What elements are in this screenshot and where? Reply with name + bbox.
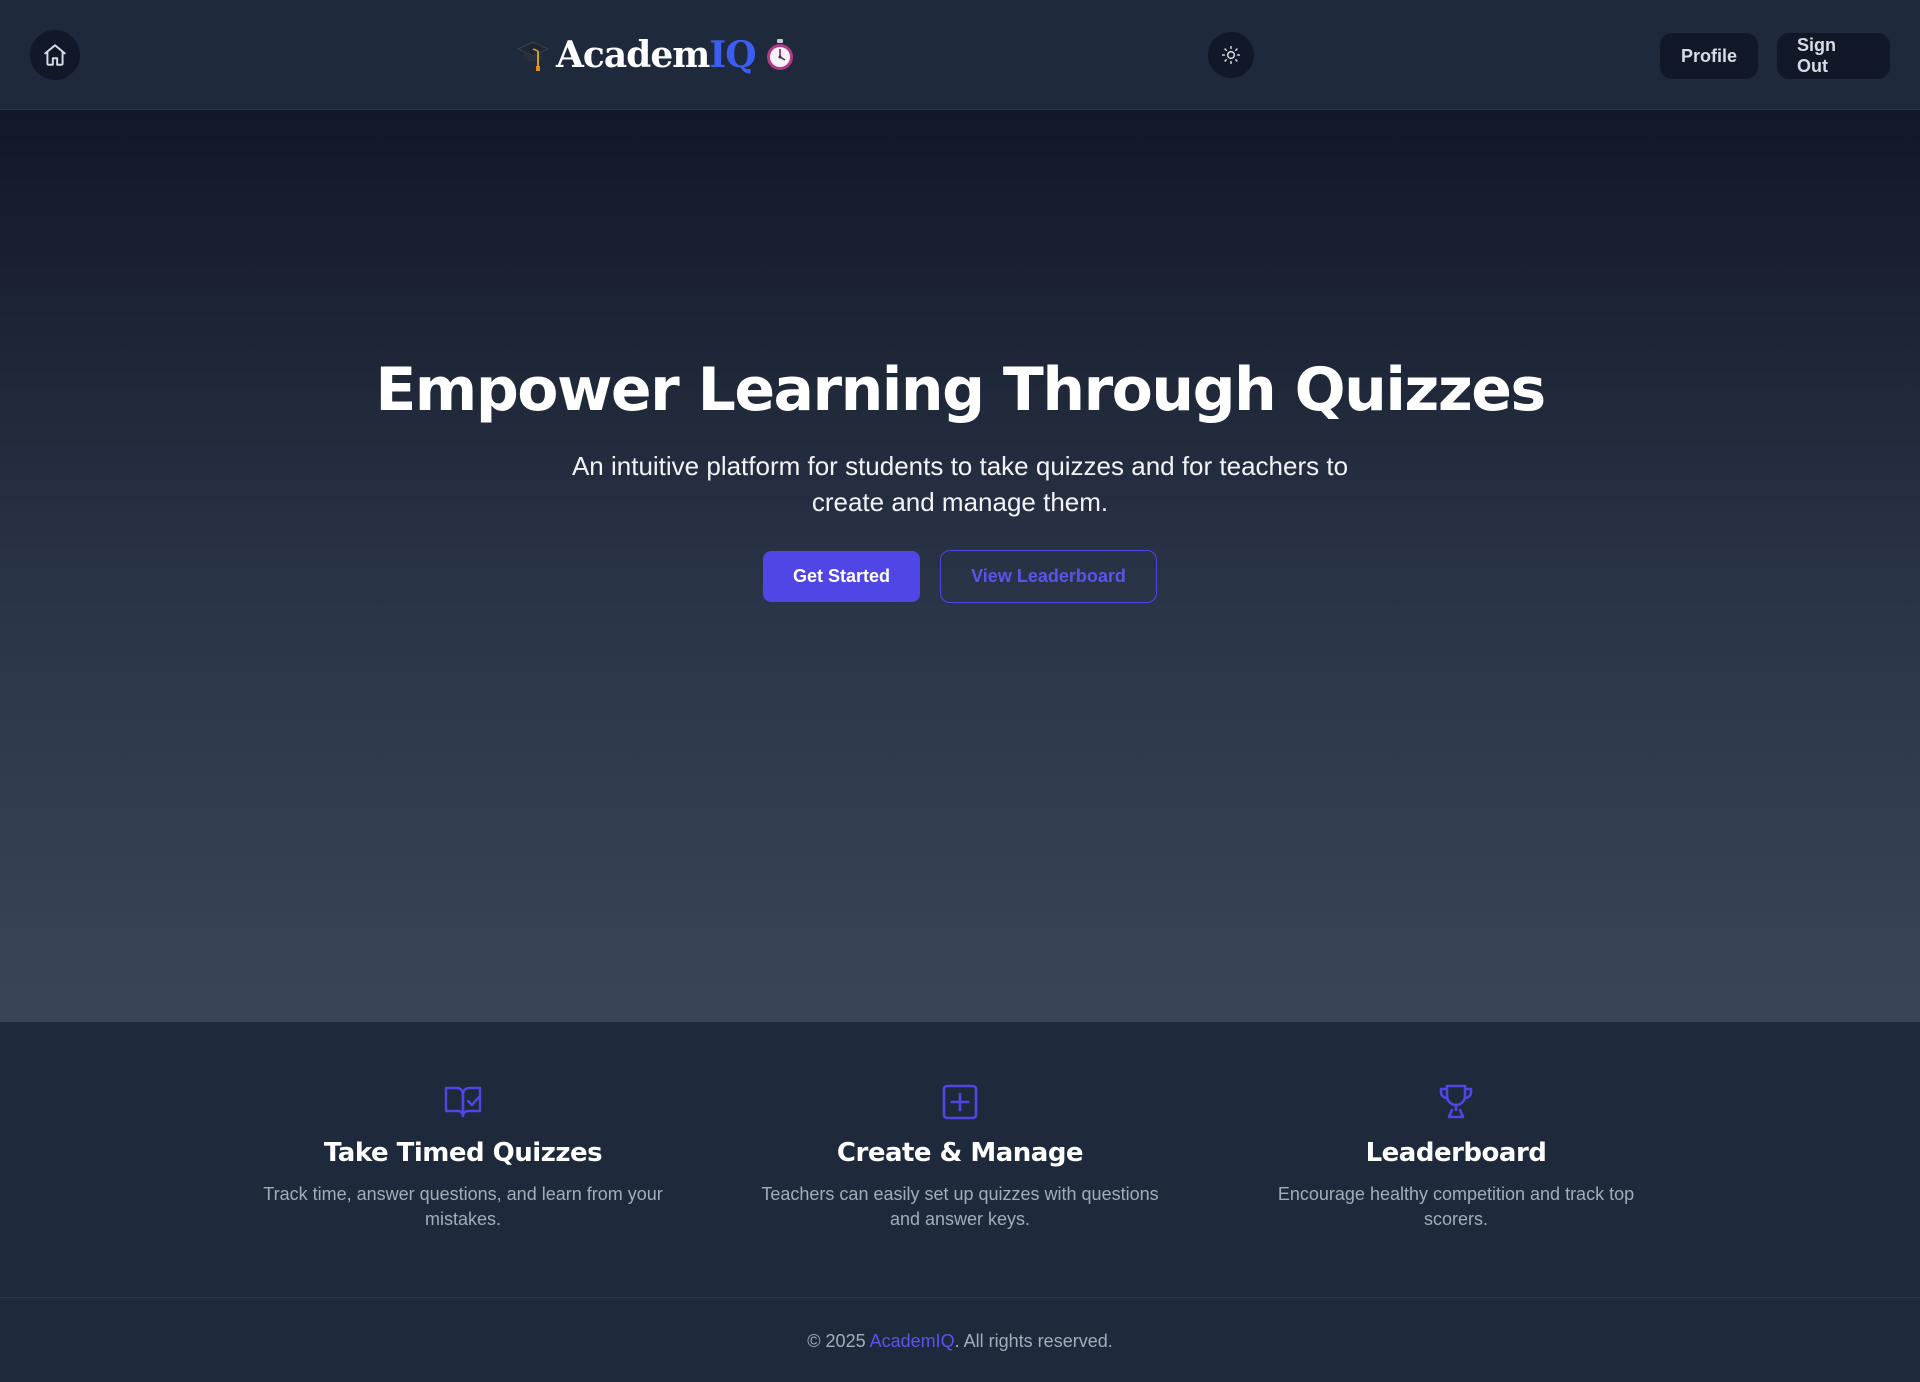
copyright-text: © 2025 AcademIQ. All rights reserved. — [0, 1331, 1920, 1352]
app-logo[interactable]: Academ IQ — [516, 30, 796, 80]
feature-title: Take Timed Quizzes — [323, 1138, 603, 1168]
stopwatch-icon — [764, 38, 796, 72]
hero-title: Empower Learning Through Quizzes — [375, 355, 1546, 425]
footer-brand-link[interactable]: AcademIQ — [870, 1331, 955, 1351]
theme-toggle-button[interactable] — [1208, 32, 1254, 78]
trophy-icon — [1434, 1080, 1478, 1124]
logo-text-accent: IQ — [709, 34, 756, 76]
home-button[interactable] — [30, 30, 80, 80]
logo-text-main: Academ — [556, 34, 710, 76]
features-section: Take Timed Quizzes Track time, answer qu… — [0, 1022, 1920, 1297]
feature-card-leaderboard: Leaderboard Encourage healthy competitio… — [1236, 1080, 1676, 1232]
feature-description: Track time, answer questions, and learn … — [263, 1184, 663, 1229]
copyright-prefix: © 2025 — [807, 1331, 870, 1351]
profile-button[interactable]: Profile — [1660, 33, 1758, 79]
feature-card-create-manage: Create & Manage Teachers can easily set … — [740, 1080, 1180, 1232]
graduation-cap-icon — [516, 37, 550, 73]
top-navbar: Academ IQ Profile Sign Out — [0, 0, 1920, 110]
feature-card-timed-quizzes: Take Timed Quizzes Track time, answer qu… — [243, 1080, 683, 1232]
home-icon — [44, 44, 66, 66]
view-leaderboard-button[interactable]: View Leaderboard — [940, 550, 1157, 603]
sign-out-button[interactable]: Sign Out — [1777, 33, 1890, 79]
feature-title: Leaderboard — [1365, 1138, 1547, 1168]
plus-square-icon — [938, 1080, 982, 1124]
page-footer: © 2025 AcademIQ. All rights reserved. — [0, 1297, 1920, 1382]
feature-title: Create & Manage — [836, 1138, 1084, 1168]
feature-description: Encourage healthy competition and track … — [1277, 1184, 1635, 1229]
book-check-icon — [441, 1080, 485, 1124]
hero-section: Empower Learning Through Quizzes An intu… — [0, 110, 1920, 1022]
get-started-button[interactable]: Get Started — [763, 551, 920, 602]
feature-description: Teachers can easily set up quizzes with … — [761, 1184, 1159, 1229]
sun-icon — [1221, 45, 1241, 65]
copyright-suffix: . All rights reserved. — [954, 1331, 1113, 1351]
hero-subtitle: An intuitive platform for students to ta… — [571, 451, 1349, 517]
